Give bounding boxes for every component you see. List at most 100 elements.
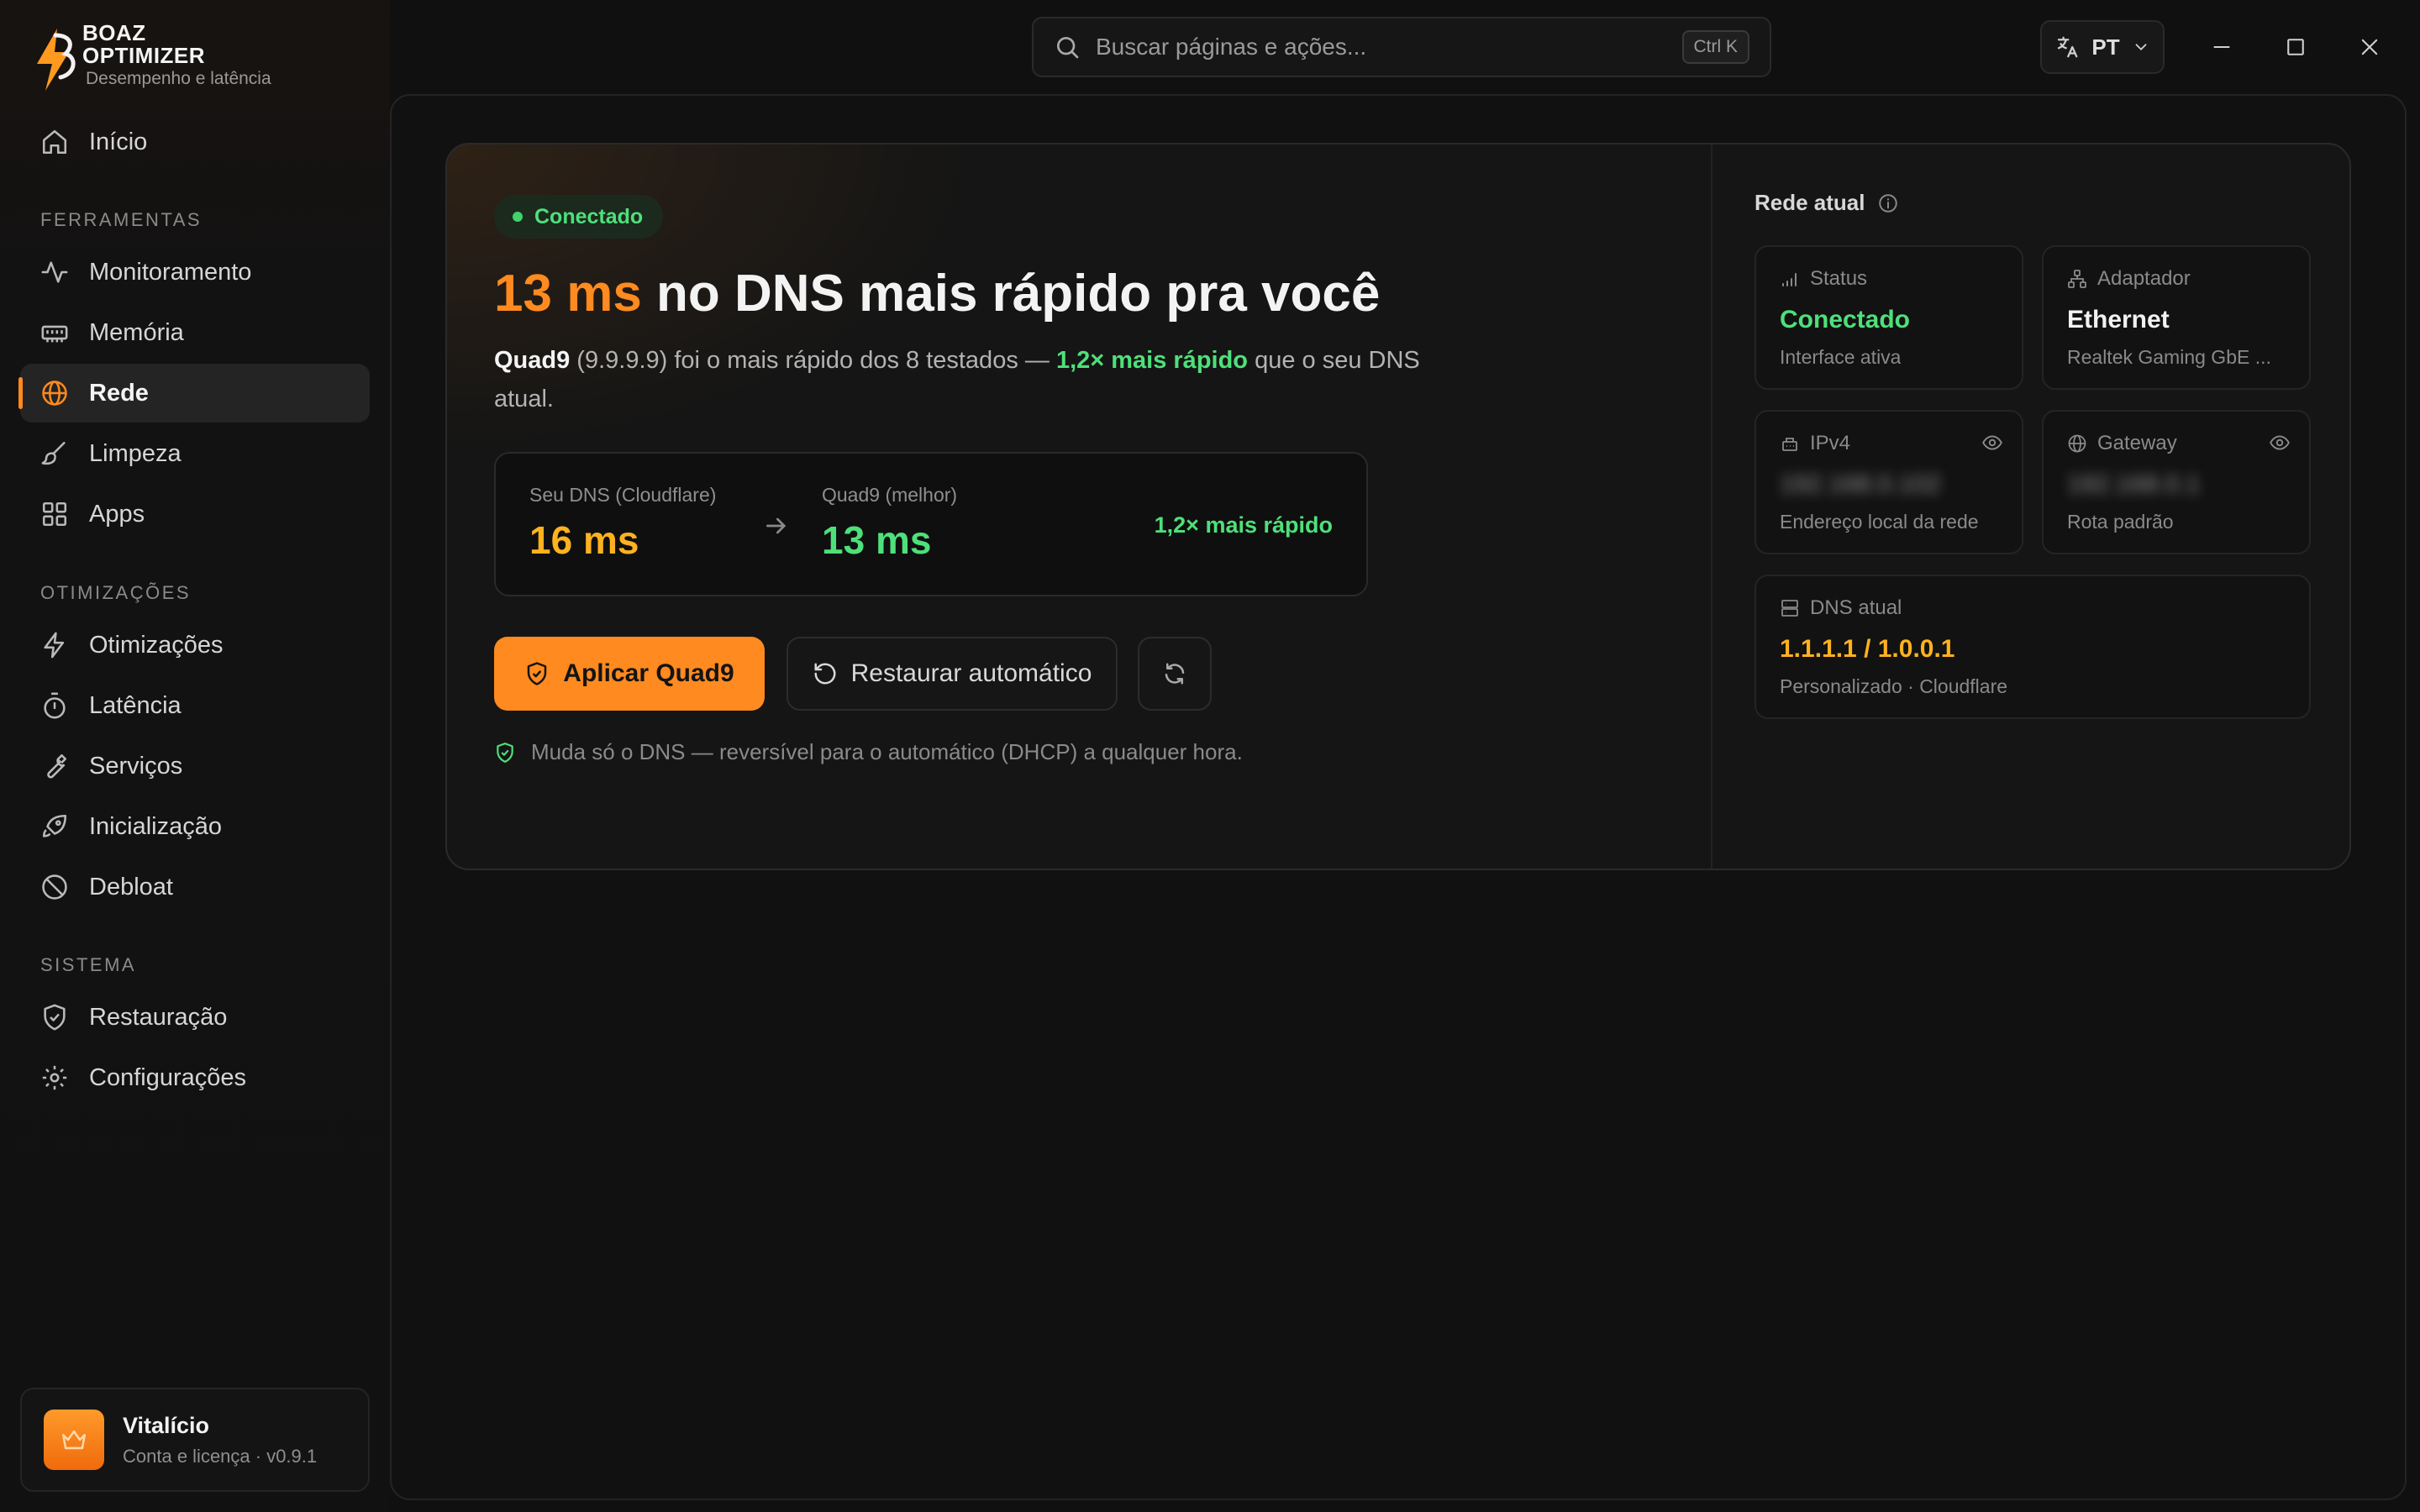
status-badge-label: Conectado (534, 204, 644, 228)
sidebar-item-label: Apps (89, 500, 145, 528)
search-shortcut-badge: Ctrl K (1681, 30, 1749, 64)
brand-name-line2: OPTIMIZER (82, 43, 206, 68)
ipv4-tile: IPv4 192.168.0.102 Endereço local da red… (1754, 410, 2023, 554)
gateway-tile: Gateway 192.168.0.1 Rota padrão (2042, 410, 2311, 554)
current-dns-label: Seu DNS (Cloudflare) (529, 484, 717, 506)
status-tile-label: Status (1810, 267, 1868, 290)
license-card[interactable]: Vitalício Conta e licença · v0.9.1 (20, 1388, 370, 1492)
grid-icon (42, 501, 67, 527)
sidebar-item-label: Início (89, 128, 148, 155)
sidebar-item-label: Otimizações (89, 631, 224, 659)
desc-speedup: 1,2× mais rápido (1055, 347, 1249, 374)
close-button[interactable] (2346, 24, 2393, 71)
gateway-tile-value: 192.168.0.1 (2067, 470, 2201, 498)
dns-current-tile-value: 1.1.1.1 / 1.0.0.1 (1780, 635, 1955, 663)
sidebar-item-startup[interactable]: Inicialização (20, 797, 370, 856)
page-title: 13 ms no DNS mais rápido pra você (494, 264, 1380, 323)
crown-icon (61, 1430, 87, 1450)
ipv4-tile-value: 192.168.0.102 (1780, 470, 1941, 498)
sidebar-item-label: Rede (89, 379, 149, 407)
adapter-tile-sub: Realtek Gaming GbE ... (2067, 346, 2271, 368)
headline-latency: 13 ms (494, 265, 642, 323)
brush-icon (41, 441, 66, 465)
refresh-icon (1165, 663, 1185, 685)
sidebar-item-services[interactable]: Serviços (20, 737, 370, 795)
network-panel-title-label: Rede atual (1754, 190, 1865, 215)
status-tile: Status Conectado Interface ativa (1754, 245, 2023, 390)
rotate-ccw-icon (814, 663, 836, 685)
result-description: Quad9 (9.9.9.9) foi o mais rápido dos 8 … (494, 341, 1452, 418)
sidebar-item-monitoring[interactable]: Monitoramento (20, 243, 370, 302)
language-selector[interactable]: PT (2040, 20, 2165, 74)
restore-automatic-button[interactable]: Restaurar automático (786, 637, 1118, 711)
sidebar-item-label: Configurações (89, 1063, 246, 1091)
shield-check-icon (44, 1004, 66, 1031)
globe-icon (42, 381, 67, 406)
sidebar-item-restore[interactable]: Restauração (20, 988, 370, 1047)
search-input[interactable] (1096, 34, 1682, 60)
ipv4-tile-label: IPv4 (1810, 432, 1851, 454)
sidebar-item-debloat[interactable]: Debloat (20, 858, 370, 916)
refresh-button[interactable] (1138, 637, 1212, 711)
eye-icon[interactable] (2269, 432, 2291, 454)
reversible-note: Muda só o DNS — reversível para o automá… (494, 739, 1243, 765)
maximize-button[interactable] (2272, 24, 2319, 71)
ipv4-tile-sub: Endereço local da rede (1780, 511, 1979, 533)
sidebar-item-label: Debloat (89, 873, 173, 900)
status-dot (513, 212, 523, 222)
sidebar-item-label: Serviços (89, 752, 183, 780)
rocket-icon (42, 814, 67, 837)
close-icon (2361, 39, 2378, 55)
search-box[interactable]: Ctrl K (1032, 17, 1771, 77)
sidebar-item-network[interactable]: Rede (18, 364, 370, 423)
brand-tagline: Desempenho e latência (86, 69, 271, 88)
language-label: PT (2091, 34, 2120, 60)
dns-card: Conectado 13 ms no DNS mais rápido pra v… (445, 143, 2351, 870)
card-divider (1711, 144, 1712, 869)
license-avatar (44, 1410, 104, 1470)
apply-dns-button[interactable]: Aplicar Quad9 (494, 637, 765, 711)
sidebar-item-cleanup[interactable]: Limpeza (20, 424, 370, 483)
ethernet-icon (1782, 438, 1797, 451)
network-panel-title: Rede atual (1754, 190, 1899, 216)
gateway-tile-label: Gateway (2097, 432, 2177, 454)
sidebar-item-label: Limpeza (89, 439, 182, 467)
desc-provider: Quad9 (494, 347, 571, 374)
dns-current-tile-label: DNS atual (1810, 596, 1902, 619)
section-title-optimizations: OTIMIZAÇÕES (40, 582, 192, 603)
globe-icon (2068, 434, 2086, 453)
translate-icon (2058, 36, 2078, 58)
desc-ip: (9.9.9.9) foi o mais rápido dos 8 testad… (570, 347, 1056, 374)
ban-icon (42, 874, 67, 900)
dns-comparison: Seu DNS (Cloudflare) 16 ms Quad9 (melhor… (494, 452, 1368, 596)
sidebar-item-home[interactable]: Início (20, 113, 370, 171)
section-title-tools: FERRAMENTAS (40, 209, 203, 230)
current-dns-value: 16 ms (529, 518, 639, 562)
shield-check-icon (528, 662, 547, 685)
network-icon (2068, 270, 2086, 288)
gateway-tile-sub: Rota padrão (2067, 511, 2174, 533)
info-icon[interactable] (1877, 192, 1899, 214)
sidebar-item-label: Latência (89, 691, 182, 719)
bolt-logo-icon (37, 29, 76, 91)
home-icon (42, 129, 67, 155)
chevron-down-icon (2135, 44, 2147, 51)
headline-text: no DNS mais rápido pra você (641, 265, 1381, 323)
sidebar-item-apps[interactable]: Apps (20, 485, 370, 543)
sidebar-item-settings[interactable]: Configurações (20, 1048, 370, 1107)
sidebar-item-optimizations[interactable]: Otimizações (20, 616, 370, 675)
search-icon (1057, 37, 1079, 59)
sidebar-item-memory[interactable]: Memória (20, 303, 370, 362)
zap-icon (44, 632, 65, 659)
activity-icon (41, 261, 68, 283)
sidebar-item-label: Monitoramento (89, 258, 252, 286)
minimize-button[interactable] (2198, 24, 2245, 71)
sidebar-item-latency[interactable]: Latência (20, 676, 370, 735)
timer-icon (44, 692, 66, 719)
eye-icon[interactable] (1981, 432, 2003, 454)
signal-icon (1782, 273, 1797, 286)
license-name: Vitalício (123, 1412, 210, 1438)
best-dns-label: Quad9 (melhor) (822, 484, 958, 506)
reversible-note-text: Muda só o DNS — reversível para o automá… (531, 739, 1243, 764)
brand: BOAZ OPTIMIZER Desempenho e latência (32, 22, 271, 92)
